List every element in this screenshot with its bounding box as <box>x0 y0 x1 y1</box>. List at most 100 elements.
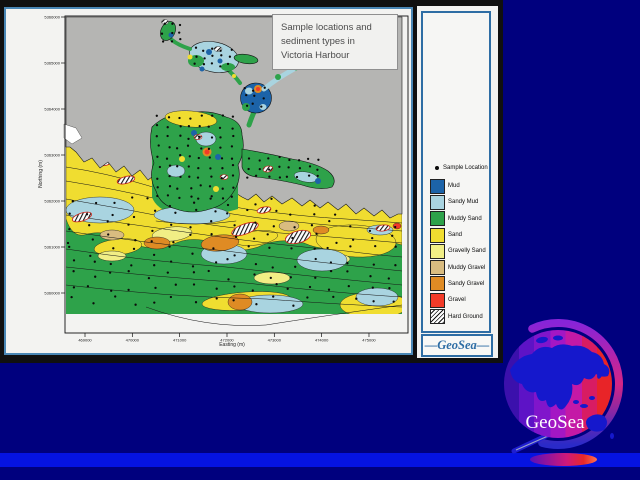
sample-location-dot <box>348 285 350 287</box>
legend-panel: Sample Location MudSandy MudMuddy SandSa… <box>417 6 498 358</box>
sample-location-dot <box>309 165 311 167</box>
sample-location-dot <box>394 226 396 228</box>
sample-location-dot <box>252 103 254 105</box>
sample-location-dot <box>291 237 293 239</box>
sample-location-dot <box>189 155 191 157</box>
sample-location-dot <box>219 65 221 67</box>
geosea-box: —GeoSea— <box>421 334 493 357</box>
sample-location-dot <box>278 156 280 158</box>
sample-location-dot <box>248 245 250 247</box>
sample-location-dot <box>388 277 390 279</box>
sample-location-dot <box>260 105 262 107</box>
legend-item-hard-ground: Hard Ground <box>430 308 488 324</box>
sample-location-dot <box>94 276 96 278</box>
map-title-line: Victoria Harbour <box>281 49 395 63</box>
sample-location-dot <box>219 50 221 52</box>
legend-label: Gravel <box>448 297 466 303</box>
sample-location-dot <box>208 270 210 272</box>
sample-location-dot <box>156 156 158 158</box>
sample-location-dot <box>190 195 192 197</box>
legend-swatch <box>430 195 445 210</box>
sample-location-dot <box>188 176 190 178</box>
globe-stand-base <box>530 453 597 466</box>
sample-location-dot <box>107 233 109 235</box>
sample-location-dot <box>270 277 272 279</box>
sample-location-dot <box>153 301 155 303</box>
sample-location-dot <box>391 235 393 237</box>
sample-location-dot <box>193 283 195 285</box>
sample-location-dot <box>232 174 234 176</box>
sample-location-dot <box>210 175 212 177</box>
sample-location-dot <box>231 49 233 51</box>
sample-location-dot <box>275 210 277 212</box>
sample-location-dot <box>197 197 199 199</box>
svg-text:470000: 470000 <box>126 338 140 343</box>
sample-location-dot <box>171 32 173 34</box>
sample-location-dot <box>166 158 168 160</box>
geosea-logo-label: GeoSea <box>525 412 585 433</box>
svg-text:5366000: 5366000 <box>44 15 60 20</box>
sample-location-dot <box>171 23 173 25</box>
sample-location-dot <box>270 198 272 200</box>
sample-location-dot <box>369 230 371 232</box>
legend-label: Hard Ground <box>448 314 483 320</box>
sample-location-dot <box>255 263 257 265</box>
sample-location-dot <box>317 159 319 161</box>
sample-location-dot <box>355 298 357 300</box>
legend-box: Sample Location MudSandy MudMuddy SandSa… <box>421 11 491 333</box>
sample-location-dot <box>200 184 202 186</box>
sample-location-dot <box>187 138 189 140</box>
sample-location-dot <box>288 159 290 161</box>
sample-location-dot <box>168 245 170 247</box>
legend-swatch <box>430 276 445 291</box>
sample-location-dot <box>307 158 309 160</box>
sample-location-dot <box>252 289 254 291</box>
sample-location-dot-icon <box>435 166 439 170</box>
sample-location-dot <box>328 289 330 291</box>
sample-location-dot <box>191 253 193 255</box>
sample-location-dot <box>227 278 229 280</box>
sample-location-dot <box>259 168 261 170</box>
sample-location-dot <box>154 287 156 289</box>
sample-location-dot <box>167 194 169 196</box>
legend-swatch <box>430 211 445 226</box>
sample-location-dot <box>231 158 233 160</box>
sample-location-dot <box>222 197 224 199</box>
sample-location-dot <box>92 302 94 304</box>
sample-location-dot <box>334 213 336 215</box>
geosea-globe-logo: GeoSea <box>488 318 640 470</box>
legend-items: MudSandy MudMuddy SandSandGravelly SandM… <box>430 178 488 325</box>
sample-location-dot <box>112 247 114 249</box>
sample-location-dot <box>156 178 158 180</box>
sample-location-dot <box>231 196 233 198</box>
sample-location-dot <box>349 245 351 247</box>
legend-label: Mud <box>448 183 460 189</box>
sample-location-dot <box>219 127 221 129</box>
svg-text:5361000: 5361000 <box>44 245 60 250</box>
sample-location-dot <box>287 288 289 290</box>
sample-location-dot <box>287 166 289 168</box>
sample-location-dot <box>179 38 181 40</box>
sample-location-dot <box>267 157 269 159</box>
legend-item-muddy-sand: Muddy Sand <box>430 211 488 227</box>
sample-location-dot <box>178 197 180 199</box>
sample-location-dot <box>328 220 330 222</box>
y-axis-title: Northing (m) <box>38 160 44 188</box>
sample-location-dot <box>176 147 178 149</box>
sample-location-dot <box>332 296 334 298</box>
sample-location-dot <box>193 63 195 65</box>
sample-location-dot <box>201 114 203 116</box>
sample-location-dot <box>232 187 234 189</box>
sample-location-dot <box>289 213 291 215</box>
sample-location-dot <box>187 145 189 147</box>
map-title-line: sediment types in <box>281 35 395 49</box>
sample-location-dot <box>264 87 266 89</box>
sample-location-dot <box>195 47 197 49</box>
sample-location-dot <box>316 169 318 171</box>
sample-location-dot <box>294 266 296 268</box>
sample-location-dot <box>161 33 163 35</box>
sample-location-dot <box>179 24 181 26</box>
sample-location-dot <box>227 204 229 206</box>
sample-location-dot <box>268 176 270 178</box>
sample-location-dot <box>107 220 109 222</box>
